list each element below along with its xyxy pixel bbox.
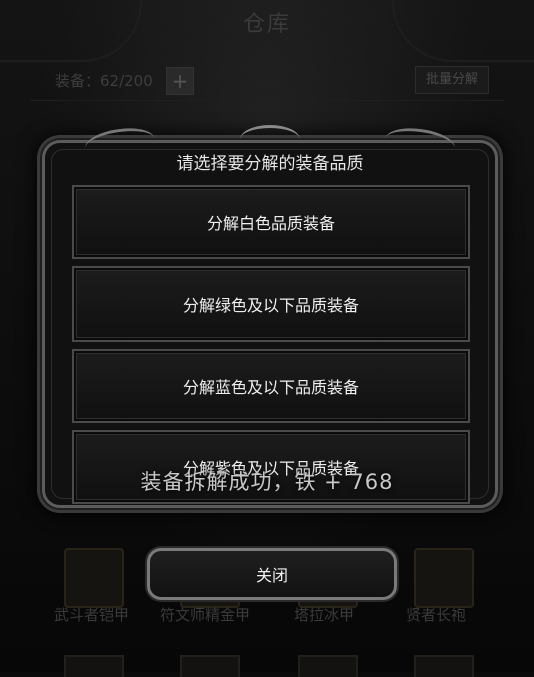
close-button[interactable]: 关闭 [147, 548, 397, 600]
decompose-quality-dialog: 请选择要分解的装备品质 分解白色品质装备 分解绿色及以下品质装备 分解蓝色及以下… [42, 124, 498, 511]
warehouse-title: 仓库 [242, 12, 291, 37]
decompose-white-button[interactable]: 分解白色品质装备 [72, 185, 470, 259]
item-slot[interactable] [414, 548, 474, 608]
divider [30, 100, 504, 101]
item-slot[interactable] [414, 655, 474, 677]
batch-decompose-button[interactable]: 批量分解 [415, 66, 489, 94]
dialog-title: 请选择要分解的装备品质 [176, 154, 364, 174]
item-slot[interactable] [64, 548, 124, 608]
item-label: 塔拉冰甲 [294, 606, 355, 624]
item-label: 符文师精金甲 [160, 606, 251, 624]
decompose-green-button[interactable]: 分解绿色及以下品质装备 [72, 266, 470, 342]
equip-count: 装备：62/200 [55, 72, 153, 90]
quality-option-list: 分解白色品质装备 分解绿色及以下品质装备 分解蓝色及以下品质装备 分解紫色及以下… [72, 185, 470, 511]
decompose-success-toast: 装备拆解成功，铁 + 768 [140, 470, 394, 494]
decompose-blue-button[interactable]: 分解蓝色及以下品质装备 [72, 349, 470, 423]
expand-capacity-button[interactable]: + [166, 67, 194, 95]
item-slot[interactable] [180, 655, 240, 677]
item-label: 武斗者铠甲 [54, 606, 130, 624]
item-label: 贤者长袍 [406, 606, 467, 624]
item-slot[interactable] [298, 655, 358, 677]
item-slot[interactable] [64, 655, 124, 677]
